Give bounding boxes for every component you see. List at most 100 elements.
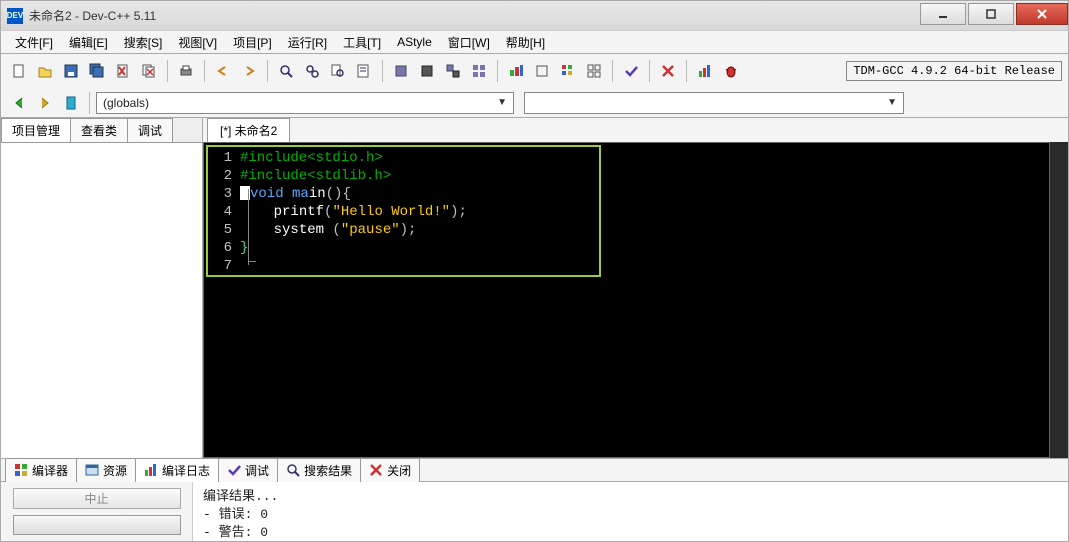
check-button[interactable] bbox=[619, 59, 643, 83]
code-content: system ("pause"); bbox=[240, 221, 416, 239]
line-number: 5 bbox=[204, 221, 240, 239]
menu-view[interactable]: 视图[V] bbox=[172, 32, 223, 53]
open-file-button[interactable] bbox=[33, 59, 57, 83]
toolbar-main: TDM-GCC 4.9.2 64-bit Release bbox=[0, 54, 1069, 88]
code-editor[interactable]: 1#include<stdio.h>2#include<stdlib.h>3vo… bbox=[203, 142, 1050, 458]
scope-combo[interactable]: (globals) ▼ bbox=[96, 92, 514, 114]
chevron-down-icon: ▼ bbox=[887, 97, 897, 108]
close-all-button[interactable] bbox=[137, 59, 161, 83]
code-content: #include<stdio.h> bbox=[240, 149, 383, 167]
menu-file[interactable]: 文件[F] bbox=[9, 32, 59, 53]
rebuild-button[interactable] bbox=[467, 59, 491, 83]
profile-button[interactable] bbox=[556, 59, 580, 83]
bookmarks-button[interactable] bbox=[59, 91, 83, 115]
stop-debug-button[interactable] bbox=[530, 59, 554, 83]
compile-run-button[interactable] bbox=[441, 59, 465, 83]
progress-bar bbox=[13, 515, 181, 535]
run-button[interactable] bbox=[415, 59, 439, 83]
member-combo[interactable]: ▼ bbox=[524, 92, 904, 114]
editor-tab[interactable]: [*] 未命名2 bbox=[207, 118, 290, 142]
compile-button[interactable] bbox=[389, 59, 413, 83]
menu-edit[interactable]: 编辑[E] bbox=[63, 32, 114, 53]
save-all-button[interactable] bbox=[85, 59, 109, 83]
vertical-scrollbar[interactable] bbox=[1050, 142, 1068, 458]
menu-tools[interactable]: 工具[T] bbox=[337, 32, 387, 53]
tab-debug[interactable]: 调试 bbox=[127, 118, 173, 142]
line-number: 3 bbox=[204, 185, 240, 203]
tab-close[interactable]: 关闭 bbox=[360, 458, 420, 483]
chevron-down-icon: ▼ bbox=[497, 97, 507, 108]
workspace: 项目管理 查看类 调试 [*] 未命名2 1#include<stdio.h>2… bbox=[0, 118, 1069, 458]
redo-button[interactable] bbox=[237, 59, 261, 83]
tab-label: 编译日志 bbox=[162, 462, 210, 479]
line-number: 1 bbox=[204, 149, 240, 167]
close-button[interactable] bbox=[1016, 3, 1068, 25]
find-in-files-button[interactable] bbox=[326, 59, 350, 83]
menu-astyle[interactable]: AStyle bbox=[391, 33, 438, 51]
output-warnings: - 警告: 0 bbox=[203, 524, 1058, 542]
left-tabs: 项目管理 查看类 调试 bbox=[1, 118, 202, 142]
app-icon: DEV bbox=[7, 8, 23, 24]
replace-button[interactable] bbox=[300, 59, 324, 83]
window-title: 未命名2 - Dev-C++ 5.11 bbox=[29, 7, 920, 24]
menu-window[interactable]: 窗口[W] bbox=[442, 32, 496, 53]
separator bbox=[382, 60, 383, 82]
scope-combo-value: (globals) bbox=[103, 96, 149, 110]
separator bbox=[89, 92, 90, 114]
line-number: 6 bbox=[204, 239, 240, 257]
code-content: void main(){ bbox=[240, 185, 351, 203]
delete-profile-button[interactable] bbox=[656, 59, 680, 83]
minimize-button[interactable] bbox=[920, 3, 966, 25]
separator bbox=[649, 60, 650, 82]
undo-button[interactable] bbox=[211, 59, 235, 83]
bottom-panel: 中止 编译结果... - 错误: 0 - 警告: 0 bbox=[0, 482, 1069, 542]
code-line: 1#include<stdio.h> bbox=[204, 149, 1049, 167]
stop-button[interactable]: 中止 bbox=[13, 488, 181, 509]
debug-button[interactable] bbox=[504, 59, 528, 83]
bug-button[interactable] bbox=[719, 59, 743, 83]
tab-debug-bottom[interactable]: 调试 bbox=[218, 458, 278, 483]
code-line: 2#include<stdlib.h> bbox=[204, 167, 1049, 185]
save-button[interactable] bbox=[59, 59, 83, 83]
code-content: printf("Hello World!"); bbox=[240, 203, 467, 221]
project-tree[interactable] bbox=[1, 142, 202, 458]
tab-label: 搜索结果 bbox=[304, 462, 352, 479]
goto-line-button[interactable] bbox=[352, 59, 376, 83]
maximize-button[interactable] bbox=[968, 3, 1014, 25]
back-button[interactable] bbox=[7, 91, 31, 115]
find-button[interactable] bbox=[274, 59, 298, 83]
tab-classes[interactable]: 查看类 bbox=[70, 118, 128, 142]
menu-run[interactable]: 运行[R] bbox=[282, 32, 333, 53]
tab-compiler[interactable]: 编译器 bbox=[5, 458, 77, 483]
window-icon bbox=[85, 463, 99, 477]
separator bbox=[497, 60, 498, 82]
tab-compile-log[interactable]: 编译日志 bbox=[135, 458, 219, 483]
print-button[interactable] bbox=[174, 59, 198, 83]
editor-panel: [*] 未命名2 1#include<stdio.h>2#include<std… bbox=[203, 118, 1068, 458]
new-file-button[interactable] bbox=[7, 59, 31, 83]
code-line: 7 bbox=[204, 257, 1049, 275]
code-content: #include<stdlib.h> bbox=[240, 167, 391, 185]
close-file-button[interactable] bbox=[111, 59, 135, 83]
menu-project[interactable]: 项目[P] bbox=[227, 32, 278, 53]
output-header: 编译结果... bbox=[203, 488, 1058, 506]
menu-help[interactable]: 帮助[H] bbox=[500, 32, 551, 53]
line-number: 4 bbox=[204, 203, 240, 221]
grid-icon bbox=[14, 463, 28, 477]
tab-search-results[interactable]: 搜索结果 bbox=[277, 458, 361, 483]
window-buttons bbox=[920, 7, 1068, 25]
compiler-selector[interactable]: TDM-GCC 4.9.2 64-bit Release bbox=[846, 61, 1062, 81]
separator bbox=[267, 60, 268, 82]
menu-search[interactable]: 搜索[S] bbox=[118, 32, 169, 53]
forward-button[interactable] bbox=[33, 91, 57, 115]
tab-label: 编译器 bbox=[32, 462, 68, 479]
tab-resources[interactable]: 资源 bbox=[76, 458, 136, 483]
tab-project[interactable]: 项目管理 bbox=[1, 118, 71, 142]
separator bbox=[686, 60, 687, 82]
chart-button[interactable] bbox=[693, 59, 717, 83]
compile-output[interactable]: 编译结果... - 错误: 0 - 警告: 0 bbox=[193, 482, 1068, 541]
close-icon bbox=[369, 463, 383, 477]
tab-label: 调试 bbox=[245, 462, 269, 479]
left-panel: 项目管理 查看类 调试 bbox=[1, 118, 203, 458]
clean-button[interactable] bbox=[582, 59, 606, 83]
